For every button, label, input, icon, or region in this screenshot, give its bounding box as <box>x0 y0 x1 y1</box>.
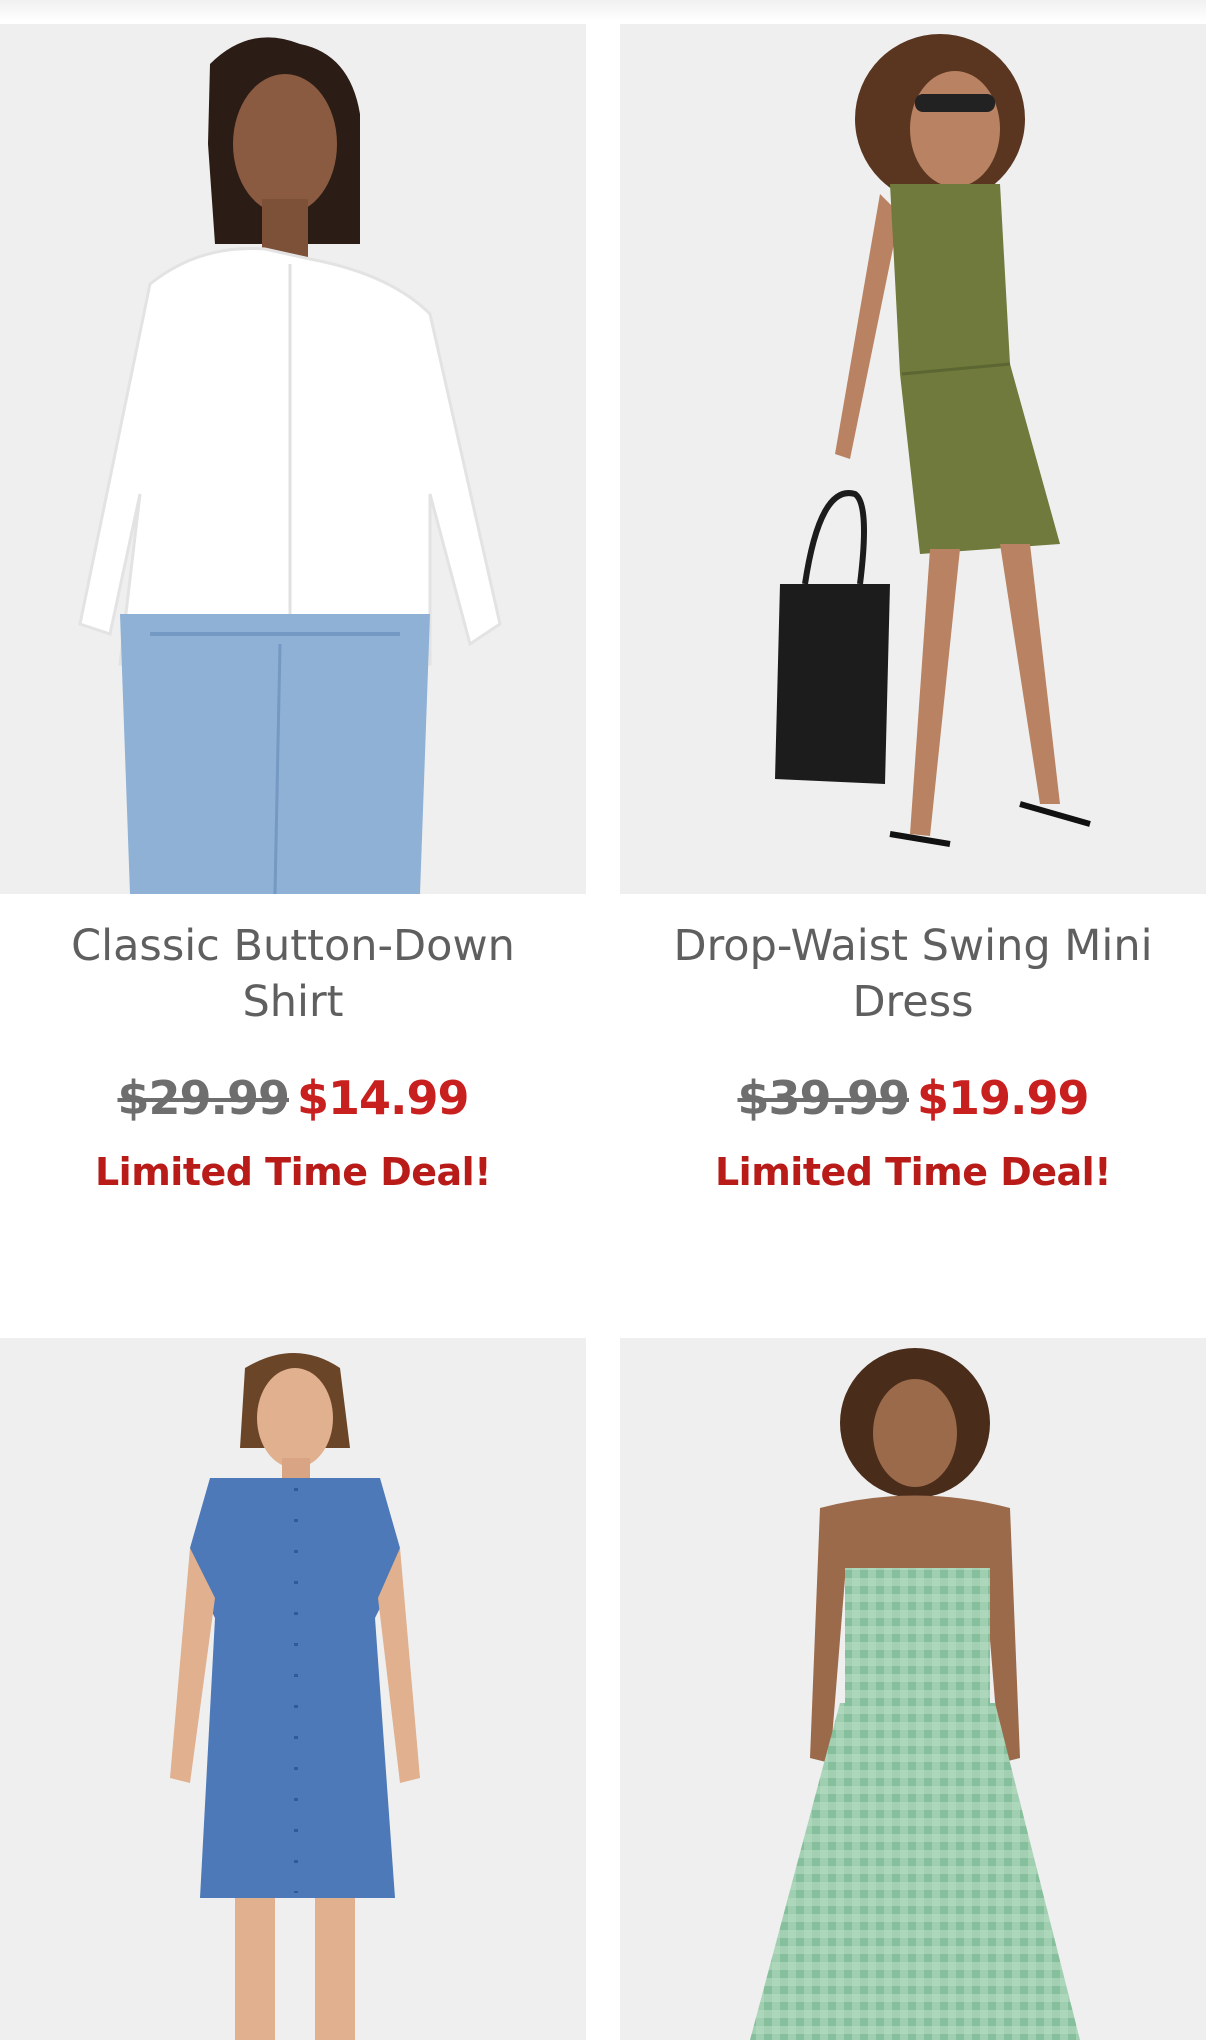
denim-shirt-dress-photo-icon <box>0 1338 586 2040</box>
deal-badge: Limited Time Deal! <box>94 1150 492 1194</box>
deal-badge: Limited Time Deal! <box>714 1150 1112 1194</box>
price-row: $29.99 $14.99 <box>0 1070 586 1126</box>
product-name[interactable]: Classic Button-Down Shirt <box>0 918 586 1030</box>
product-card[interactable] <box>0 1338 586 2040</box>
product-image[interactable] <box>620 24 1206 894</box>
sale-price: $14.99 <box>297 1071 470 1125</box>
product-card[interactable] <box>620 1338 1206 2040</box>
price-row: $39.99 $19.99 <box>620 1070 1206 1126</box>
original-price: $39.99 <box>737 1071 910 1125</box>
gingham-midi-dress-photo-icon <box>620 1338 1206 2040</box>
product-card[interactable]: Drop-Waist Swing Mini Dress $39.99 $19.99… <box>620 24 1206 1196</box>
product-name[interactable]: Drop-Waist Swing Mini Dress <box>620 918 1206 1030</box>
white-shirt-photo-icon <box>0 24 586 894</box>
original-price: $29.99 <box>117 1071 290 1125</box>
product-card[interactable]: Classic Button-Down Shirt $29.99 $14.99 L… <box>0 24 586 1196</box>
product-image[interactable] <box>620 1338 1206 2040</box>
top-divider <box>0 0 1206 22</box>
green-dress-photo-icon <box>620 24 1206 894</box>
sale-price: $19.99 <box>917 1071 1090 1125</box>
product-image[interactable] <box>0 24 586 894</box>
product-image[interactable] <box>0 1338 586 2040</box>
